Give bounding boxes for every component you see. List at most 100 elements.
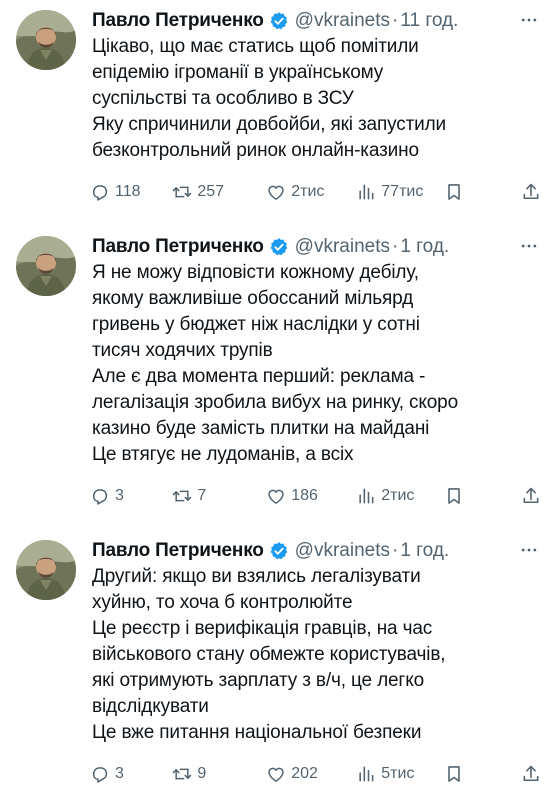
avatar[interactable] <box>16 540 76 600</box>
more-icon[interactable] <box>517 10 541 30</box>
text-line: безконтрольний ринок онлайн-казино <box>92 140 419 161</box>
view-count: 5тис <box>381 765 415 782</box>
author-handle[interactable]: @vkrainets <box>295 236 390 258</box>
share-icon <box>521 182 541 202</box>
action-bar: 3 9 202 5тис <box>90 762 541 786</box>
views-icon <box>356 486 376 506</box>
verified-badge-icon <box>269 541 289 561</box>
reply-count: 3 <box>115 487 124 504</box>
retweet-button[interactable]: 7 <box>172 486 266 506</box>
like-count: 186 <box>291 487 318 504</box>
text-line: Це втягує не лудоманів, а всіх <box>92 444 354 465</box>
text-line: Яку спричинили довбойби, які запустили <box>92 114 447 135</box>
tweet-header: Павло Петриченко @vkrainets · 1 год. <box>92 536 541 566</box>
author-handle[interactable]: @vkrainets <box>295 540 390 562</box>
text-line: суспільстві та особливо в ЗСУ <box>92 88 354 109</box>
like-icon <box>266 182 286 202</box>
action-bar: 3 7 186 2тис <box>90 484 541 508</box>
reply-icon <box>90 182 110 202</box>
view-count: 2тис <box>381 487 415 504</box>
timestamp[interactable]: 1 год. <box>400 236 449 258</box>
share-button[interactable] <box>521 486 541 506</box>
views-button[interactable]: 2тис <box>356 486 444 506</box>
views-icon <box>356 182 376 202</box>
verified-badge-icon <box>269 11 289 31</box>
bookmark-button[interactable] <box>444 764 521 784</box>
avatar-image <box>16 236 76 296</box>
bookmark-button[interactable] <box>444 182 521 202</box>
text-line: казино буде замість плитки на майдані <box>92 418 430 439</box>
retweet-count: 7 <box>197 487 207 504</box>
reply-button[interactable]: 3 <box>90 764 172 784</box>
retweet-count: 257 <box>197 183 225 200</box>
text-line: Це вже питання національної безпеки <box>92 722 422 743</box>
retweet-icon <box>172 486 192 506</box>
timestamp[interactable]: 1 год. <box>400 540 449 562</box>
text-line: військового стану обмежте користувачів, <box>92 644 446 665</box>
tweet[interactable]: Павло Петриченко @vkrainets · 1 год. Дру… <box>0 530 555 800</box>
like-button[interactable]: 2тис <box>266 182 356 202</box>
view-count: 77тис <box>381 183 424 200</box>
reply-button[interactable]: 3 <box>90 486 172 506</box>
reply-icon <box>90 486 110 506</box>
tweet-text: Другий: якщо ви взялись легалізувати хуй… <box>92 564 547 746</box>
more-icon[interactable] <box>517 236 541 256</box>
text-line: епідемію ігроманії в українському <box>92 62 384 83</box>
tweet-text: Я не можу відповісти кожному дебілу, яко… <box>92 260 547 468</box>
verified-badge-icon <box>269 237 289 257</box>
avatar-image <box>16 10 76 70</box>
avatar[interactable] <box>16 236 76 296</box>
text-line: легалізація зробила вибух на ринку, скор… <box>92 392 458 413</box>
separator: · <box>392 10 399 31</box>
author-name[interactable]: Павло Петриченко <box>92 10 264 32</box>
author-name[interactable]: Павло Петриченко <box>92 540 264 562</box>
tweet[interactable]: Павло Петриченко @vkrainets · 1 год. Я н… <box>0 226 555 530</box>
views-button[interactable]: 77тис <box>356 182 444 202</box>
bookmark-icon <box>444 764 464 784</box>
text-line: Другий: якщо ви взялись легалізувати <box>92 566 421 587</box>
reply-button[interactable]: 118 <box>90 182 172 202</box>
like-icon <box>266 486 286 506</box>
text-line: тисяч ходячих трупів <box>92 340 273 361</box>
views-button[interactable]: 5тис <box>356 764 444 784</box>
reply-count: 118 <box>115 183 141 200</box>
tweet-header: Павло Петриченко @vkrainets · 11 год. <box>92 6 541 36</box>
share-button[interactable] <box>521 764 541 784</box>
more-icon[interactable] <box>517 540 541 560</box>
like-count: 2тис <box>291 183 325 200</box>
text-line: хуйню, то хоча б контролюйте <box>92 592 353 613</box>
bookmark-icon <box>444 182 464 202</box>
avatar[interactable] <box>16 10 76 70</box>
share-icon <box>521 764 541 784</box>
like-count: 202 <box>291 765 318 782</box>
bookmark-icon <box>444 486 464 506</box>
tweet-header: Павло Петриченко @vkrainets · 1 год. <box>92 232 541 262</box>
text-line: Цікаво, що має статись щоб помітили <box>92 36 419 57</box>
author-handle[interactable]: @vkrainets <box>295 10 390 32</box>
like-button[interactable]: 186 <box>266 486 356 506</box>
separator: · <box>392 236 399 257</box>
text-line: відслідкувати <box>92 696 209 717</box>
share-button[interactable] <box>521 182 541 202</box>
retweet-button[interactable]: 257 <box>172 182 266 202</box>
timestamp[interactable]: 11 год. <box>400 10 458 32</box>
like-icon <box>266 764 286 784</box>
text-line: Але є два момента перший: реклама - <box>92 366 426 387</box>
views-icon <box>356 764 376 784</box>
bookmark-button[interactable] <box>444 486 521 506</box>
share-icon <box>521 486 541 506</box>
reply-icon <box>90 764 110 784</box>
retweet-count: 9 <box>197 765 207 782</box>
text-line: гривень у бюджет ніж наслідки у сотні <box>92 314 420 335</box>
text-line: які отримують зарплату з в/ч, це легко <box>92 670 424 691</box>
retweet-button[interactable]: 9 <box>172 764 266 784</box>
tweet[interactable]: Павло Петриченко @vkrainets · 11 год. Ці… <box>0 0 555 215</box>
action-bar: 118 257 2тис 77тис <box>90 180 541 204</box>
text-line: Це реєстр і верифікація гравців, на час <box>92 618 433 639</box>
avatar-image <box>16 540 76 600</box>
retweet-icon <box>172 764 192 784</box>
author-name[interactable]: Павло Петриченко <box>92 236 264 258</box>
text-line: якому важливіше обоссаний мільярд <box>92 288 414 309</box>
tweet-text: Цікаво, що має статись щоб помітили епід… <box>92 34 547 164</box>
like-button[interactable]: 202 <box>266 764 356 784</box>
